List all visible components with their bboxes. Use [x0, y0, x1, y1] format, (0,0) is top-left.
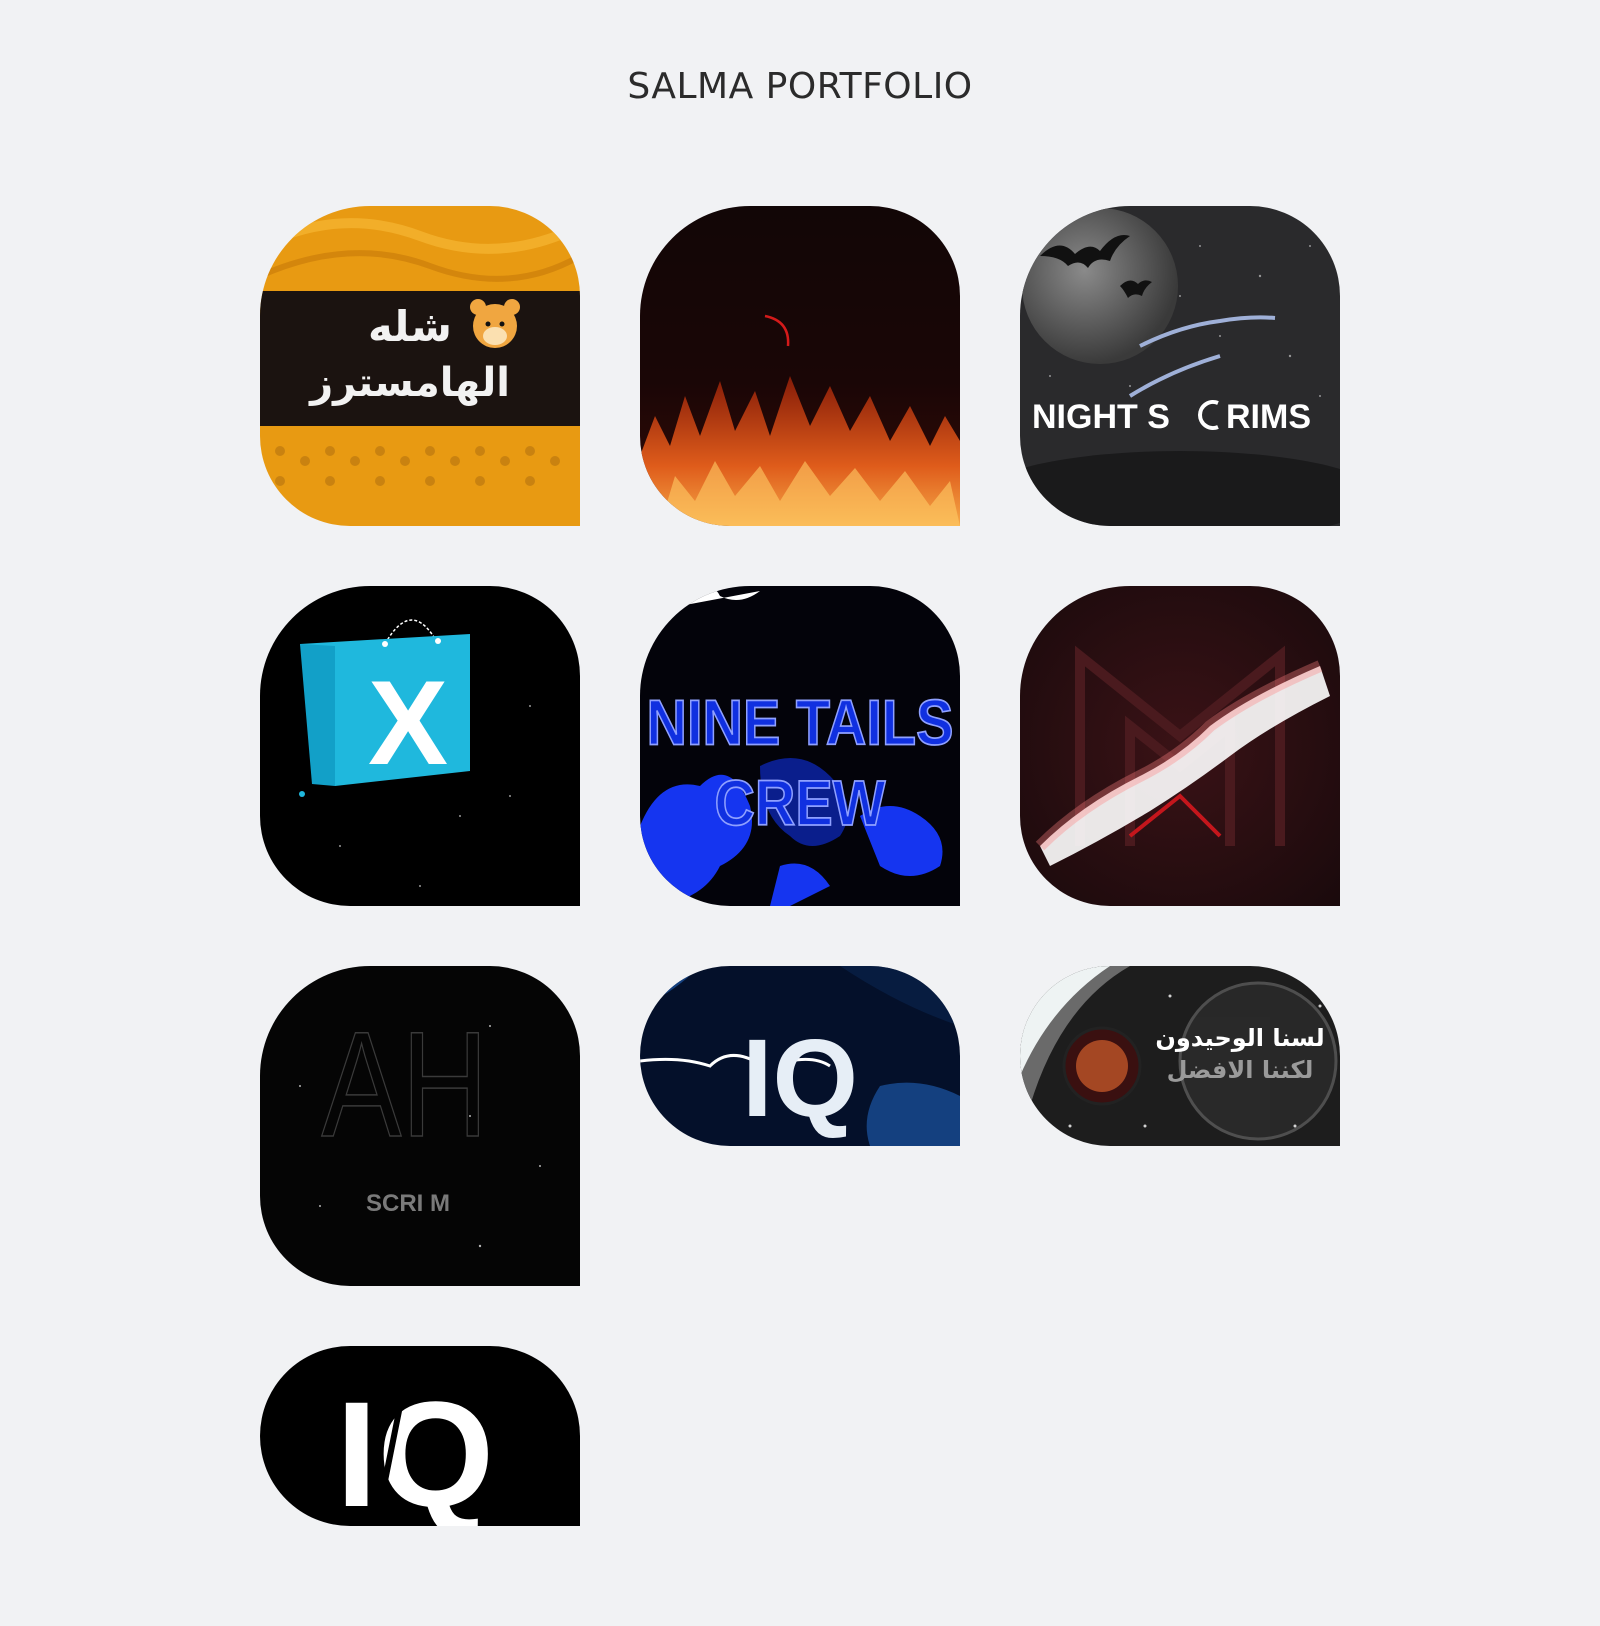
arabic-banner-line-1: لسنا الوحيدون: [1155, 1024, 1324, 1052]
avatar: [1062, 1026, 1142, 1106]
arabic-banner-artwork: لسنا الوحيدون لكننا الافضل: [1020, 966, 1340, 1146]
arabic-banner-line-2: لكننا الافضل: [1167, 1056, 1314, 1084]
hamsters-line-1: شله: [368, 302, 452, 351]
portfolio-item-fire[interactable]: [640, 206, 960, 526]
ah-scrim-artwork: AH SCRI M: [260, 966, 580, 1286]
portfolio-item-red-m-logo[interactable]: [1020, 586, 1340, 906]
iq-animated-letters: IQ: [742, 1017, 858, 1140]
night-scrims-title-part-2: RIMS: [1226, 398, 1311, 436]
x-bag-artwork: X: [260, 586, 580, 906]
fire-artwork: [640, 206, 960, 526]
iq-animated-artwork: IQ: [640, 966, 960, 1146]
portfolio-item-nine-tails-crew[interactable]: NINE TAILS CREW: [640, 586, 960, 906]
page-title: SALMA PORTFOLIO: [627, 66, 973, 107]
hamsters-line-2: الهامسترز: [308, 360, 510, 406]
iq-logo-artwork: IQ: [260, 1346, 580, 1526]
ah-scrim-word: SCRI M: [366, 1190, 450, 1217]
red-m-artwork: [1020, 586, 1340, 906]
nine-tails-line-2: CREW: [714, 767, 885, 840]
portfolio-item-arabic-banner[interactable]: لسنا الوحيدون لكننا الافضل: [1020, 966, 1340, 1146]
portfolio-item-iq-animated[interactable]: IQ: [640, 966, 960, 1146]
ah-scrim-letters: AH: [321, 1000, 488, 1168]
portfolio-item-iq-logo[interactable]: IQ: [260, 1346, 580, 1526]
iq-logo-letters: IQ: [336, 1370, 494, 1526]
portfolio-item-x-bag[interactable]: X: [260, 586, 580, 906]
hamsters-artwork: شله الهامسترز: [260, 206, 580, 526]
nine-tails-line-1: NINE TAILS: [647, 686, 954, 759]
night-scrims-artwork: NIGHT S RIMS: [1020, 206, 1340, 526]
portfolio-item-night-scrims[interactable]: NIGHT S RIMS: [1020, 206, 1340, 526]
night-scrims-title-part-1: NIGHT S: [1032, 398, 1170, 436]
portfolio-item-ah-scrim[interactable]: AH SCRI M: [260, 966, 580, 1286]
x-bag-letter: X: [368, 656, 448, 790]
portfolio-item-hamsters[interactable]: شله الهامسترز: [260, 206, 580, 526]
nine-tails-artwork: NINE TAILS CREW: [640, 586, 960, 906]
